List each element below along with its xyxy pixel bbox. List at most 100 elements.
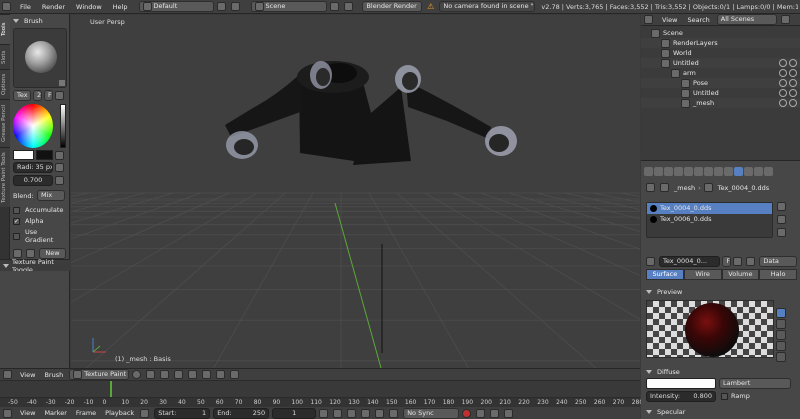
preview-sphere-large-button[interactable] — [776, 352, 786, 362]
diffuse-color-swatch[interactable] — [646, 378, 716, 389]
radius-field[interactable]: Radi: 35 px — [13, 162, 53, 173]
menu-marker[interactable]: Marker — [41, 409, 69, 417]
menu-view[interactable]: View — [659, 16, 680, 24]
material-browse-icon[interactable] — [646, 257, 655, 266]
render-restrict-icon[interactable] — [789, 89, 797, 97]
editor-type-icon[interactable] — [2, 2, 11, 11]
diffuse-panel-header[interactable]: Diffuse — [646, 366, 680, 377]
outliner-row[interactable]: arm — [641, 68, 800, 78]
remove-slot-icon[interactable] — [777, 215, 786, 224]
sync-mode-select[interactable]: No Sync — [403, 407, 460, 419]
timeline-current-frame-marker[interactable] — [110, 381, 112, 398]
primary-color-swatch[interactable] — [13, 150, 34, 160]
eye-icon[interactable] — [779, 69, 787, 77]
material-tab-icon[interactable] — [734, 166, 743, 176]
pressure-radius-icon[interactable] — [55, 163, 64, 172]
material-link-icon[interactable] — [746, 257, 756, 266]
texture-paint-toggle-header[interactable]: Texture Paint Toggle... — [0, 258, 70, 274]
editor-type-icon[interactable] — [3, 408, 12, 418]
material-slot-item[interactable]: Tex_0006_0.dds — [647, 214, 772, 225]
secondary-color-swatch[interactable] — [35, 150, 53, 160]
add-slot-icon[interactable] — [777, 202, 786, 211]
brush-panel-header[interactable]: Brush — [13, 16, 66, 26]
add-brush-icon[interactable] — [55, 91, 64, 100]
render-restrict-icon[interactable] — [789, 99, 797, 107]
outliner-row[interactable]: _mesh — [641, 98, 800, 108]
brush-fake-user-button[interactable]: F — [44, 90, 53, 101]
outliner-display-mode-select[interactable]: All Scenes — [716, 14, 777, 25]
material-slot-item[interactable]: Tex_0004_0.dds — [647, 203, 772, 214]
start-frame-field[interactable]: Start: 1 — [154, 407, 211, 419]
menu-view[interactable]: View — [17, 409, 38, 417]
brush-preview-resize-icon[interactable] — [59, 80, 65, 86]
eye-icon[interactable] — [779, 59, 787, 67]
tab-texture-paint-tools[interactable]: Texture Paint Tools — [0, 147, 10, 207]
blend-select[interactable]: Mix — [37, 190, 65, 201]
scene-select[interactable]: Scene — [250, 1, 328, 12]
render-layers-tab-icon[interactable] — [654, 166, 663, 176]
insert-keyframe-icon[interactable] — [490, 408, 500, 418]
bone-tab-icon[interactable] — [724, 166, 733, 176]
eye-icon[interactable] — [779, 79, 787, 87]
object-tab-icon[interactable] — [684, 166, 693, 176]
layer-b-icon[interactable] — [216, 370, 226, 379]
ramp-checkbox[interactable] — [721, 392, 728, 400]
slot-specials-icon[interactable] — [777, 228, 786, 237]
timeline-ruler[interactable]: -50 -40 -30 -20 -10 0 10 20 30 40 50 60 70 80 90 100 110… — [0, 397, 643, 407]
accumulate-checkbox[interactable] — [13, 206, 20, 214]
layer-a-icon[interactable] — [202, 370, 212, 379]
delete-keyframe-icon[interactable] — [504, 408, 514, 418]
use-preview-range-icon[interactable] — [140, 408, 150, 418]
keying-set-icon[interactable] — [476, 408, 486, 418]
layers-icon[interactable] — [188, 370, 198, 379]
preview-hair-button[interactable] — [776, 341, 786, 351]
texture-tab-icon[interactable] — [744, 166, 753, 176]
world-tab-icon[interactable] — [674, 166, 683, 176]
menu-brush[interactable]: Brush — [41, 371, 66, 379]
render-engine-select[interactable]: Blender Render — [362, 1, 423, 12]
play-reverse-icon[interactable] — [347, 408, 357, 418]
render-restrict-icon[interactable] — [789, 59, 797, 67]
transform-icon[interactable] — [174, 370, 184, 379]
tab-volume[interactable]: Volume — [721, 269, 760, 280]
particles-tab-icon[interactable] — [754, 166, 763, 176]
add-layout-icon[interactable] — [216, 2, 226, 11]
editor-type-icon[interactable] — [644, 15, 653, 24]
tab-halo[interactable]: Halo — [759, 269, 797, 280]
pressure-strength-icon[interactable] — [55, 176, 64, 185]
alpha-checkbox[interactable]: ✓ — [13, 217, 20, 225]
material-name-field[interactable]: Tex_0004_0... — [659, 256, 721, 267]
eye-icon[interactable] — [779, 89, 787, 97]
color-wheel[interactable] — [13, 104, 54, 148]
jump-start-icon[interactable] — [319, 408, 329, 418]
strength-field[interactable]: 0.700 — [13, 175, 53, 186]
ramp-row[interactable]: Ramp — [721, 392, 750, 400]
outliner-row[interactable]: RenderLayers — [641, 38, 800, 48]
constraints-tab-icon[interactable] — [694, 166, 703, 176]
menu-help[interactable]: Help — [109, 3, 132, 11]
manipulator-icon[interactable] — [160, 370, 170, 379]
tab-tools[interactable]: Tools — [0, 14, 10, 44]
pin-icon[interactable] — [646, 183, 655, 192]
specular-panel-header[interactable]: Specular — [646, 406, 685, 417]
preview-monkey-button[interactable] — [776, 330, 786, 340]
next-keyframe-icon[interactable] — [375, 408, 385, 418]
screen-layout-select[interactable]: Default — [138, 1, 214, 12]
use-gradient-checkbox[interactable] — [13, 232, 20, 240]
viewport-canvas[interactable] — [71, 15, 640, 368]
shading-icon[interactable] — [132, 370, 142, 379]
outliner-row[interactable]: Pose — [641, 78, 800, 88]
material-link-select[interactable]: Data — [759, 256, 797, 267]
editor-type-icon[interactable] — [3, 370, 12, 379]
menu-frame[interactable]: Frame — [73, 409, 99, 417]
current-frame-field[interactable]: 1 — [272, 407, 317, 419]
tab-options[interactable]: Options — [0, 69, 10, 99]
tab-surface[interactable]: Surface — [646, 269, 684, 280]
outliner-row[interactable]: Untitled — [641, 88, 800, 98]
preview-sphere-button[interactable] — [776, 308, 786, 318]
timeline-area[interactable] — [0, 380, 640, 398]
menu-render[interactable]: Render — [38, 3, 69, 11]
mode-select[interactable]: Texture Paint — [69, 369, 130, 380]
render-restrict-icon[interactable] — [789, 79, 797, 87]
menu-window[interactable]: Window — [72, 3, 106, 11]
